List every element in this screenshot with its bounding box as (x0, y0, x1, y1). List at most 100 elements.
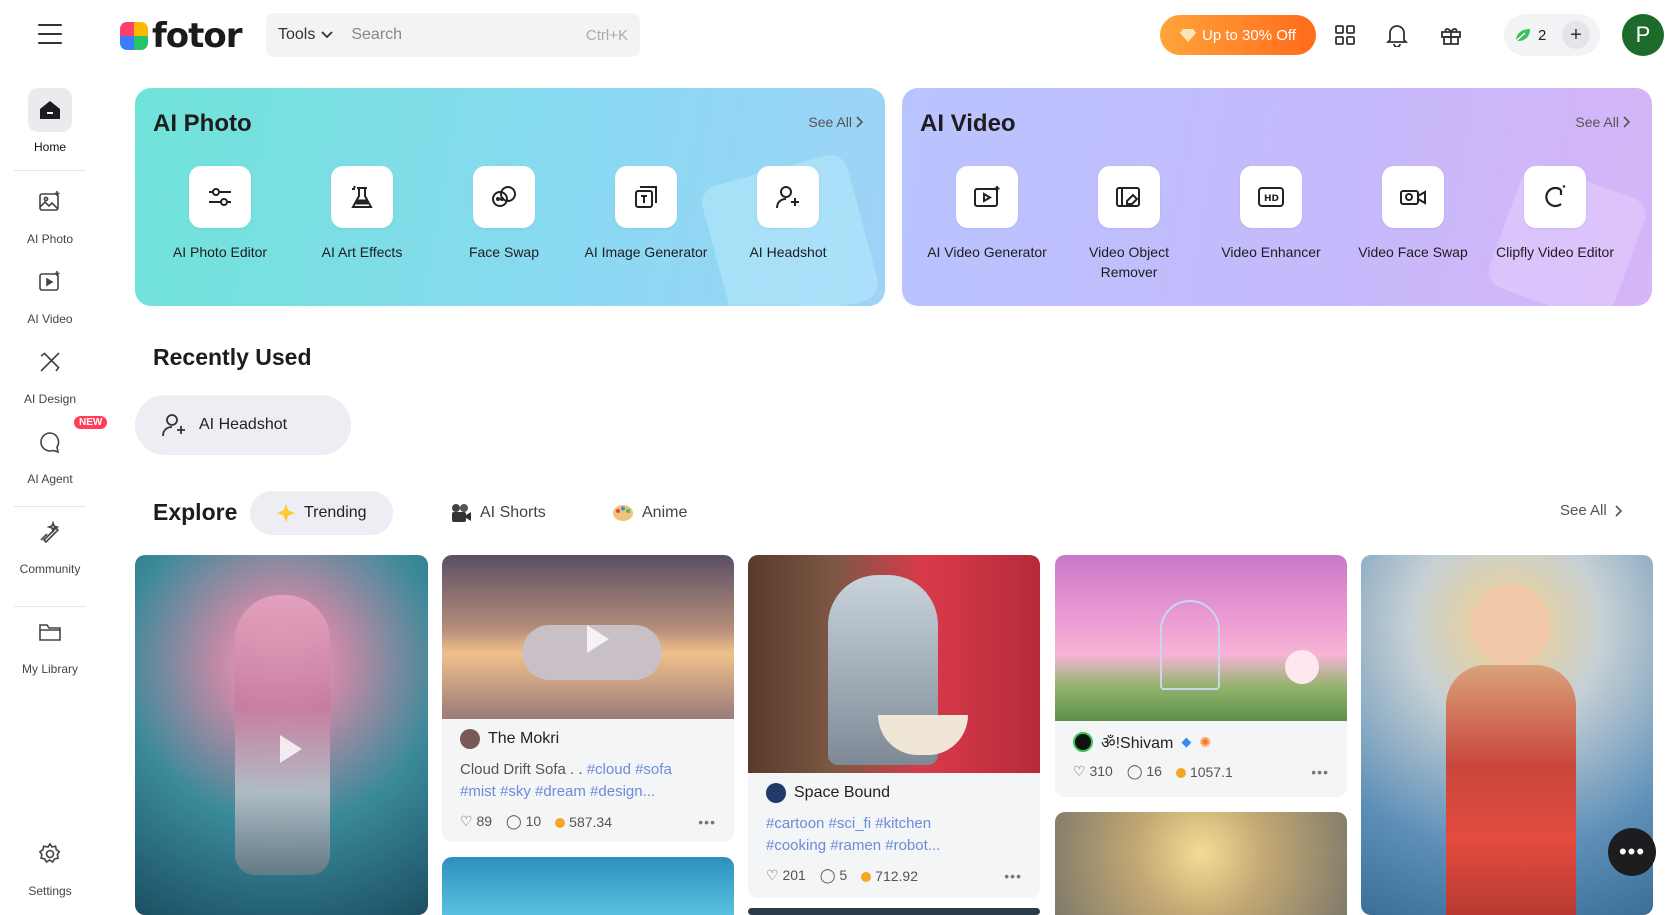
verified-badge-icon: ✺ (1199, 733, 1212, 750)
tool-ai-video-generator[interactable]: AI Video Generator (922, 166, 1052, 262)
feed-image-sky[interactable] (1055, 812, 1347, 915)
comment-stat[interactable]: ◯ 5 (820, 867, 847, 884)
credits-count: 2 (1538, 26, 1547, 44)
ai-video-see-all-link[interactable]: See All (1575, 114, 1630, 130)
feed-image-cloud-sofa[interactable] (442, 555, 734, 719)
sliders-icon (189, 166, 251, 228)
tool-face-swap[interactable]: Face Swap (439, 166, 569, 262)
menu-icon[interactable] (38, 24, 62, 44)
recently-used-title: Recently Used (153, 344, 312, 370)
tool-label: AI Video Generator (927, 244, 1047, 260)
folder-icon (28, 610, 72, 654)
promo-button[interactable]: Up to 30% Off (1160, 15, 1316, 55)
sidebar-item-ai-agent[interactable]: NEW AI Agent (10, 416, 108, 486)
tool-ai-photo-editor[interactable]: AI Photo Editor (155, 166, 285, 262)
fotor-logo[interactable]: fotor (120, 16, 243, 56)
tool-label: AI Photo Editor (172, 244, 268, 260)
ai-photo-title: AI Photo (153, 110, 252, 137)
tool-video-enhancer[interactable]: HD Video Enhancer (1206, 166, 1336, 262)
tool-ai-art-effects[interactable]: AI Art Effects (297, 166, 427, 262)
video-face-swap-icon (1382, 166, 1444, 228)
chevron-right-icon (1615, 504, 1622, 517)
post-author[interactable]: ॐ!Shivam ◆ ✺ (1073, 731, 1329, 753)
hd-icon: HD (1240, 166, 1302, 228)
film-camera-icon (452, 504, 471, 522)
post-card-the-mokri: The Mokri Cloud Drift Sofa . . #cloud #s… (442, 719, 734, 842)
comments-count: 5 (839, 867, 848, 883)
post-tags[interactable]: #cooking #ramen #robot... (766, 837, 940, 854)
more-actions-button[interactable]: ••• (1608, 828, 1656, 876)
search-input[interactable] (351, 26, 586, 44)
sidebar-item-ai-video[interactable]: AI Video (10, 260, 90, 326)
tab-trending[interactable]: Trending (250, 491, 393, 535)
tools-dropdown[interactable]: Tools (278, 26, 333, 44)
post-tags[interactable]: #cloud #sofa (587, 761, 672, 778)
ai-video-icon (28, 260, 72, 304)
like-stat[interactable]: ♡ 89 (460, 813, 492, 830)
post-tags[interactable]: #cartoon #sci_fi #kitchen (766, 815, 931, 832)
sidebar-item-label: My Library (21, 662, 78, 676)
sidebar-item-community[interactable]: Community (10, 510, 90, 576)
diamond-icon (1180, 29, 1197, 42)
post-author[interactable]: The Mokri (460, 729, 716, 749)
gift-icon[interactable] (1436, 20, 1466, 50)
sidebar-item-ai-photo[interactable]: AI Photo (10, 180, 90, 246)
author-name: The Mokri (488, 730, 560, 747)
feed-image-underwater[interactable] (442, 857, 734, 915)
sidebar-item-label: AI Video (27, 312, 73, 326)
post-stats: ♡ 310 ◯ 16 1057.1 ••• (1073, 763, 1329, 780)
post-description: Cloud Drift Sofa . . #cloud #sofa #mist … (460, 759, 716, 803)
sidebar-item-ai-design[interactable]: AI Design (10, 340, 90, 406)
sidebar-item-settings[interactable]: Settings (10, 832, 90, 898)
more-options-icon[interactable]: ••• (698, 814, 716, 830)
sidebar-item-my-library[interactable]: My Library (10, 610, 90, 676)
tool-clipfly-video-editor[interactable]: Clipfly Video Editor (1490, 166, 1620, 262)
headshot-icon (162, 414, 185, 437)
tool-video-face-swap[interactable]: Video Face Swap (1348, 166, 1478, 262)
tool-ai-image-generator[interactable]: AI Image Generator (581, 166, 711, 262)
like-stat[interactable]: ♡ 201 (766, 867, 806, 884)
post-author[interactable]: Space Bound (766, 783, 1022, 803)
post-tags[interactable]: #mist #sky #dream #design... (460, 783, 655, 800)
feed-image-birdcage[interactable] (1055, 555, 1347, 721)
like-stat[interactable]: ♡ 310 (1073, 763, 1113, 780)
explore-see-all-link[interactable]: See All (1560, 502, 1622, 519)
more-options-icon[interactable]: ••• (1004, 868, 1022, 884)
sidebar-item-label: Settings (28, 884, 72, 898)
notification-bell-icon[interactable] (1382, 20, 1412, 50)
user-avatar[interactable]: P (1622, 14, 1664, 56)
sidebar-item-home[interactable]: Home (10, 88, 90, 154)
tab-ai-shorts[interactable]: AI Shorts (424, 491, 572, 535)
tab-label: Anime (642, 504, 688, 521)
chevron-right-icon (856, 116, 863, 128)
likes-count: 310 (1089, 763, 1113, 779)
post-desc-text: Cloud Drift Sofa . . (460, 761, 587, 778)
search-bar: Tools Ctrl+K (266, 13, 640, 57)
post-card-shivam: ॐ!Shivam ◆ ✺ ♡ 310 ◯ 16 1057.1 ••• (1055, 721, 1347, 797)
birdcage-shape (1160, 600, 1220, 690)
add-credits-button[interactable]: + (1562, 21, 1590, 49)
ai-photo-see-all-link[interactable]: See All (808, 114, 863, 130)
apps-grid-icon[interactable] (1330, 20, 1360, 50)
feed-image-fantasy[interactable] (135, 555, 428, 915)
credits-amount: 712.92 (875, 867, 918, 884)
search-shortcut: Ctrl+K (585, 26, 628, 44)
comment-stat[interactable]: ◯ 16 (1127, 763, 1162, 780)
ai-photo-card: AI Photo See All AI Photo Editor AI Art … (135, 88, 885, 306)
tool-video-object-remover[interactable]: Video Object Remover (1064, 166, 1194, 282)
ai-design-icon (28, 340, 72, 384)
promo-label: Up to 30% Off (1202, 26, 1296, 44)
figure-head-shape (1471, 585, 1551, 665)
more-options-icon[interactable]: ••• (1311, 764, 1329, 780)
recent-item-ai-headshot[interactable]: AI Headshot (135, 395, 351, 455)
sun-shape (1285, 650, 1319, 684)
credits-amount: 1057.1 (1189, 763, 1233, 780)
author-avatar (766, 783, 786, 803)
tool-ai-headshot[interactable]: AI Headshot (723, 166, 853, 262)
credits-widget[interactable]: 2 + (1504, 14, 1600, 56)
post-description: #cartoon #sci_fi #kitchen #cooking #rame… (766, 813, 1022, 857)
feed-image-dark[interactable] (748, 908, 1040, 915)
feed-image-robot-kitchen[interactable] (748, 555, 1040, 773)
tab-anime[interactable]: Anime (586, 491, 713, 535)
comment-stat[interactable]: ◯ 10 (506, 813, 541, 830)
